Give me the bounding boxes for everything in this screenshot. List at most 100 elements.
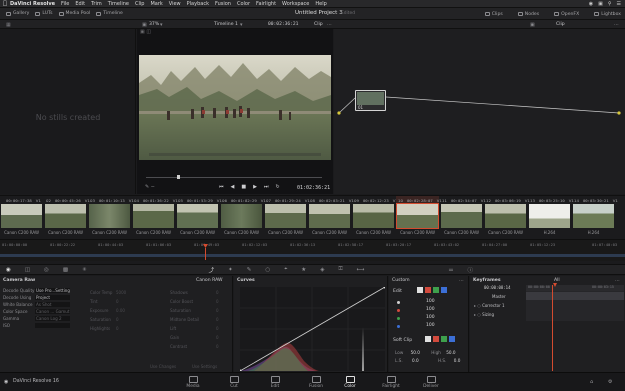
- soft-clip-link-icon[interactable]: [425, 336, 431, 342]
- curve-graph[interactable]: [240, 287, 385, 371]
- use-changes-button[interactable]: Use Changes: [150, 364, 176, 369]
- gamma-select[interactable]: Canon Log 2: [35, 316, 70, 321]
- menu-edit[interactable]: Edit: [75, 1, 85, 7]
- track-master[interactable]: Master: [474, 292, 506, 301]
- menu-file[interactable]: File: [61, 1, 69, 7]
- clip-thumbnail[interactable]: 03 00:01:10:13 V1 Canon C200 RAW: [88, 196, 134, 239]
- timeline-name[interactable]: Timeline 1: [214, 22, 238, 27]
- settings-gear-icon[interactable]: ⚙: [608, 379, 612, 385]
- loop-icon[interactable]: ↻: [275, 184, 279, 190]
- custom-mode-dropdown[interactable]: Custom: [392, 278, 410, 283]
- raw-profile-dropdown[interactable]: Canon RAW: [196, 278, 223, 283]
- soft-clip-blue[interactable]: [449, 336, 455, 342]
- clip-thumbnail[interactable]: 00:00:17:38 V1 Canon C200 RAW: [0, 196, 43, 239]
- node-clip-mode[interactable]: Clip: [556, 22, 565, 27]
- gallery-button[interactable]: Gallery: [6, 11, 29, 16]
- iso-select[interactable]: [35, 323, 70, 328]
- luts-button[interactable]: LUTs: [35, 11, 53, 16]
- low-value[interactable]: 50.0: [411, 350, 420, 355]
- ls-value[interactable]: 0.0: [412, 358, 419, 363]
- skip-forward-icon[interactable]: ⏭: [264, 184, 269, 190]
- menu-fusion[interactable]: Fusion: [215, 1, 231, 7]
- clip-thumbnail[interactable]: 12 00:03:06:19 V1 Canon C200 RAW: [484, 196, 530, 239]
- zoom-dropdown-icon[interactable]: ▾: [160, 22, 163, 28]
- clip-thumbnail[interactable]: 13 00:03:25:10 V1 H.264: [528, 196, 574, 239]
- stop-icon[interactable]: ■: [241, 184, 246, 190]
- scrubber-playhead[interactable]: [177, 175, 180, 179]
- menu-mark[interactable]: Mark: [150, 1, 162, 7]
- key-icon[interactable]: ⚿: [338, 266, 342, 273]
- clip-thumbnail[interactable]: 06 00:01:82:29 V1 Canon C200 RAW: [220, 196, 266, 239]
- page-fairlight[interactable]: Fairlight: [376, 375, 406, 391]
- decode-using-select[interactable]: Project: [35, 295, 70, 300]
- page-fusion[interactable]: Fusion: [301, 375, 331, 391]
- nodes-button[interactable]: Nodes: [517, 12, 539, 17]
- video-frame[interactable]: [139, 55, 331, 160]
- color-temp-value[interactable]: 5000: [116, 288, 126, 297]
- tint-value[interactable]: 0: [116, 297, 126, 306]
- timeline-dropdown-icon[interactable]: ▾: [240, 22, 243, 28]
- keyframe-tracks-area[interactable]: [526, 291, 624, 321]
- menu-workspace[interactable]: Workspace: [282, 1, 309, 7]
- menu-playback[interactable]: Playback: [187, 1, 209, 7]
- clip-thumbnail[interactable]: 0900:02:12:23V1Canon C200 RAW: [352, 196, 398, 239]
- menu-list-icon[interactable]: ☰: [617, 1, 621, 7]
- motion-effects-icon[interactable]: ✳: [82, 267, 87, 273]
- viewer-wipe-icon[interactable]: ◫: [146, 29, 151, 35]
- clip-mode[interactable]: Clip: [314, 22, 323, 27]
- menu-fairlight[interactable]: Fairlight: [256, 1, 276, 7]
- viewer-options-icon[interactable]: ⋯: [327, 22, 332, 28]
- viewer-mode-icon[interactable]: ▣: [142, 22, 147, 28]
- menu-view[interactable]: View: [169, 1, 181, 7]
- battery-icon[interactable]: ▣: [598, 1, 603, 7]
- hs-value[interactable]: 0.0: [454, 358, 461, 363]
- apple-menu-icon[interactable]: : [0, 0, 10, 7]
- highlights-value[interactable]: 0: [116, 324, 126, 333]
- magic-mask-icon[interactable]: ★: [301, 267, 306, 273]
- gain-value[interactable]: 0: [216, 333, 219, 342]
- page-deliver[interactable]: Deliver: [416, 375, 446, 391]
- color-match-icon[interactable]: ◫: [25, 267, 30, 273]
- rgb-mixer-icon[interactable]: ▩: [63, 267, 68, 273]
- blur-icon[interactable]: ◈: [320, 267, 324, 273]
- menu-trim[interactable]: Trim: [91, 1, 102, 7]
- curves-palette-icon[interactable]: ⤴: [209, 266, 215, 274]
- shadows-value[interactable]: 0: [216, 288, 219, 297]
- menu-help[interactable]: Help: [315, 1, 326, 7]
- green-channel-toggle[interactable]: [433, 287, 439, 293]
- red-intensity[interactable]: 100: [426, 306, 435, 314]
- app-menu[interactable]: DaVinci Resolve: [10, 1, 55, 7]
- edit-options-icon[interactable]: ⋯: [459, 278, 464, 284]
- contrast-value[interactable]: 0: [216, 342, 219, 351]
- zoom-level[interactable]: 37%: [149, 22, 159, 27]
- color-boost-value[interactable]: 0: [216, 297, 219, 306]
- link-channels-icon[interactable]: [417, 287, 423, 293]
- menu-color[interactable]: Color: [237, 1, 250, 7]
- corrector-node[interactable]: 01: [355, 90, 386, 111]
- timeline-button[interactable]: Timeline: [96, 11, 123, 16]
- clip-thumbnail[interactable]: 14 00:03:30:21 V1 H.264: [572, 196, 618, 239]
- color-space-select[interactable]: Canon ... Gamut: [35, 309, 70, 314]
- timeline-ruler[interactable]: 01:00:00:00 01:00:22:22 01:00:44:03 01:0…: [0, 240, 625, 248]
- color-wheels-icon[interactable]: ◎: [44, 267, 49, 273]
- clip-thumbnail[interactable]: 11 00:02:54:07 V1 Canon C200 RAW: [440, 196, 486, 239]
- midtone-detail-value[interactable]: 0: [216, 315, 219, 324]
- master-track[interactable]: [526, 292, 624, 300]
- pen-tool-icon[interactable]: ✎: [145, 184, 149, 190]
- video-track[interactable]: [0, 254, 625, 257]
- menu-clip[interactable]: Clip: [135, 1, 144, 7]
- skip-back-icon[interactable]: ⏮: [219, 184, 224, 190]
- page-cut[interactable]: Cut: [219, 375, 249, 391]
- keyframes-filter-dropdown[interactable]: All: [554, 278, 560, 283]
- qualifier-icon[interactable]: ✎: [247, 267, 252, 273]
- page-edit[interactable]: Edit: [260, 375, 290, 391]
- camera-raw-palette-icon[interactable]: ◉: [6, 267, 11, 273]
- tracker-icon[interactable]: ⌖: [284, 266, 287, 273]
- color-warper-icon[interactable]: ✦: [228, 267, 233, 273]
- stills-options-icon[interactable]: ▦: [6, 22, 11, 28]
- saturation-value[interactable]: 0: [216, 306, 219, 315]
- clip-thumbnail[interactable]: 02 00:00:45:26 V1 Canon C200 RAW: [44, 196, 90, 239]
- keyframes-options-icon[interactable]: ⋯: [615, 278, 620, 284]
- clip-thumbnail[interactable]: 08 00:02:03:21 V1 Canon C200 RAW: [308, 196, 354, 239]
- track-sizing[interactable]: Sizing: [482, 312, 494, 317]
